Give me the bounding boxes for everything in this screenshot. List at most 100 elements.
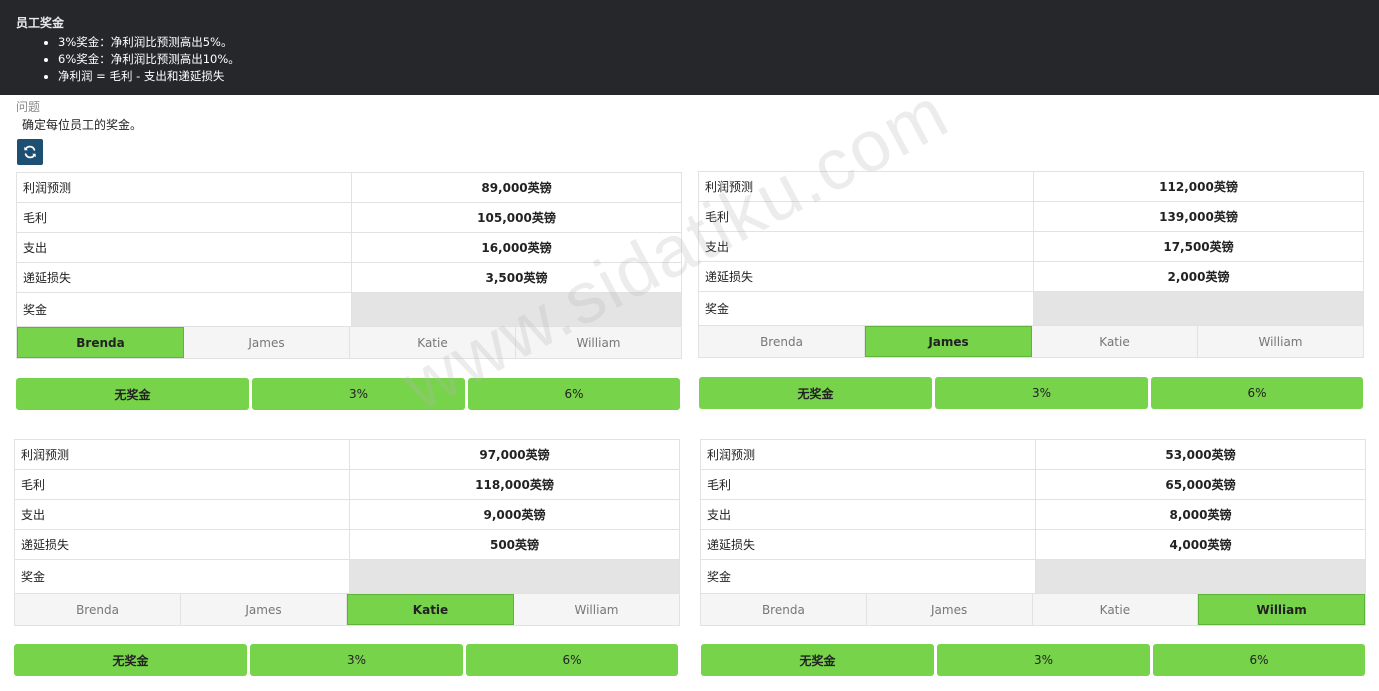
instructions-header: 员工奖金 3%奖金：净利润比预测高出5%。 6%奖金：净利润比预测高出10%。 … (0, 0, 1379, 95)
bonus-drop-slot[interactable] (1036, 560, 1365, 593)
deferred-value: 3,500英镑 (485, 271, 548, 285)
bonus-6-button[interactable]: 6% (1151, 377, 1363, 409)
bonus-3-button[interactable]: 3% (252, 378, 465, 410)
gross-value: 65,000英镑 (1165, 478, 1236, 492)
deferred-label: 递延损失 (699, 262, 1034, 291)
bonus-6-button[interactable]: 6% (468, 378, 680, 410)
bonus-label: 奖金 (17, 293, 352, 326)
expenses-value: 9,000英镑 (483, 508, 546, 522)
gross-row: 毛利 105,000英镑 (17, 203, 681, 233)
profit-table: 利润预测 89,000英镑 毛利 105,000英镑 支出 16,000英镑 递… (16, 172, 682, 327)
expenses-row: 支出 17,500英镑 (699, 232, 1363, 262)
forecast-value: 53,000英镑 (1165, 448, 1236, 462)
expenses-label: 支出 (17, 233, 352, 262)
deferred-value: 2,000英镑 (1167, 270, 1230, 284)
employee-tab-brenda[interactable]: Brenda (17, 327, 184, 358)
rule-item: 3%奖金：净利润比预测高出5%。 (58, 34, 1363, 51)
employee-tab-james[interactable]: James (181, 594, 347, 625)
profit-table: 利润预测 53,000英镑 毛利 65,000英镑 支出 8,000英镑 递延损… (700, 439, 1366, 594)
bonus-3-button[interactable]: 3% (935, 377, 1148, 409)
expenses-row: 支出 8,000英镑 (701, 500, 1365, 530)
gross-label: 毛利 (17, 203, 352, 232)
employee-tab-william[interactable]: William (516, 327, 681, 358)
employee-tab-james[interactable]: James (184, 327, 350, 358)
employee-card: 利润预测 97,000英镑 毛利 118,000英镑 支出 9,000英镑 递延… (14, 439, 680, 626)
expenses-row: 支出 16,000英镑 (17, 233, 681, 263)
refresh-icon (24, 145, 36, 159)
bonus-drop-slot[interactable] (350, 560, 679, 593)
forecast-row: 利润预测 89,000英镑 (17, 173, 681, 203)
gross-value: 105,000英镑 (477, 211, 556, 225)
profit-table: 利润预测 97,000英镑 毛利 118,000英镑 支出 9,000英镑 递延… (14, 439, 680, 594)
forecast-label: 利润预测 (699, 172, 1034, 201)
bonus-row: 奖金 (15, 560, 679, 594)
employee-tab-william[interactable]: William (1198, 326, 1363, 357)
employee-tabs: Brenda James Katie William (698, 326, 1364, 358)
bonus-6-button[interactable]: 6% (466, 644, 678, 676)
deferred-label: 递延损失 (17, 263, 352, 292)
bonus-3-button[interactable]: 3% (937, 644, 1150, 676)
bonus-options: 无奖金 3% 6% (16, 378, 680, 410)
gross-value: 118,000英镑 (475, 478, 554, 492)
no-bonus-button[interactable]: 无奖金 (701, 644, 934, 676)
employee-tabs: Brenda James Katie William (700, 594, 1366, 626)
question-text: 确定每位员工的奖金。 (22, 118, 143, 132)
expenses-value: 8,000英镑 (1169, 508, 1232, 522)
question-title: 问题 (16, 100, 41, 114)
employee-tab-william[interactable]: William (1198, 594, 1365, 625)
employee-tab-brenda[interactable]: Brenda (701, 594, 867, 625)
employee-tab-katie[interactable]: Katie (350, 327, 516, 358)
gross-value: 139,000英镑 (1159, 210, 1238, 224)
bonus-6-button[interactable]: 6% (1153, 644, 1365, 676)
employee-tabs: Brenda James Katie William (14, 594, 680, 626)
expenses-value: 16,000英镑 (481, 241, 552, 255)
rule-item: 净利润 = 毛利 - 支出和递延损失 (58, 68, 1363, 85)
bonus-3-button[interactable]: 3% (250, 644, 463, 676)
bonus-drop-slot[interactable] (352, 293, 681, 326)
forecast-label: 利润预测 (15, 440, 350, 469)
employee-tab-james[interactable]: James (866, 594, 1033, 625)
forecast-row: 利润预测 97,000英镑 (15, 440, 679, 470)
employee-card: 利润预测 112,000英镑 毛利 139,000英镑 支出 17,500英镑 … (698, 171, 1364, 358)
no-bonus-button[interactable]: 无奖金 (699, 377, 932, 409)
header-title: 员工奖金 (16, 16, 65, 30)
employee-tab-katie[interactable]: Katie (1032, 326, 1198, 357)
forecast-label: 利润预测 (17, 173, 352, 202)
forecast-value: 112,000英镑 (1159, 180, 1238, 194)
bonus-drop-slot[interactable] (1034, 292, 1363, 325)
employee-tabs: Brenda James Katie William (16, 327, 682, 359)
gross-label: 毛利 (701, 470, 1036, 499)
bonus-options: 无奖金 3% 6% (14, 644, 678, 676)
no-bonus-button[interactable]: 无奖金 (14, 644, 247, 676)
expenses-label: 支出 (15, 500, 350, 529)
bonus-label: 奖金 (701, 560, 1036, 593)
deferred-row: 递延损失 4,000英镑 (701, 530, 1365, 560)
employee-tab-katie[interactable]: Katie (347, 594, 514, 625)
deferred-row: 递延损失 3,500英镑 (17, 263, 681, 293)
employee-tab-brenda[interactable]: Brenda (699, 326, 865, 357)
bonus-options: 无奖金 3% 6% (699, 377, 1363, 409)
employee-tab-katie[interactable]: Katie (1032, 594, 1199, 625)
no-bonus-button[interactable]: 无奖金 (16, 378, 249, 410)
expenses-row: 支出 9,000英镑 (15, 500, 679, 530)
expenses-label: 支出 (699, 232, 1034, 261)
bonus-label: 奖金 (15, 560, 350, 593)
employee-tab-brenda[interactable]: Brenda (15, 594, 181, 625)
gross-row: 毛利 118,000英镑 (15, 470, 679, 500)
refresh-button[interactable] (17, 139, 43, 165)
employee-tab-william[interactable]: William (514, 594, 679, 625)
forecast-row: 利润预测 53,000英镑 (701, 440, 1365, 470)
expenses-label: 支出 (701, 500, 1036, 529)
deferred-row: 递延损失 2,000英镑 (699, 262, 1363, 292)
bonus-label: 奖金 (699, 292, 1034, 325)
forecast-row: 利润预测 112,000英镑 (699, 172, 1363, 202)
deferred-value: 500英镑 (489, 538, 540, 552)
bonus-row: 奖金 (17, 293, 681, 327)
rules-list: 3%奖金：净利润比预测高出5%。 6%奖金：净利润比预测高出10%。 净利润 =… (16, 34, 1363, 85)
employee-tab-james[interactable]: James (865, 326, 1032, 357)
bonus-row: 奖金 (699, 292, 1363, 326)
gross-label: 毛利 (15, 470, 350, 499)
profit-table: 利润预测 112,000英镑 毛利 139,000英镑 支出 17,500英镑 … (698, 171, 1364, 326)
gross-label: 毛利 (699, 202, 1034, 231)
bonus-options: 无奖金 3% 6% (701, 644, 1365, 676)
